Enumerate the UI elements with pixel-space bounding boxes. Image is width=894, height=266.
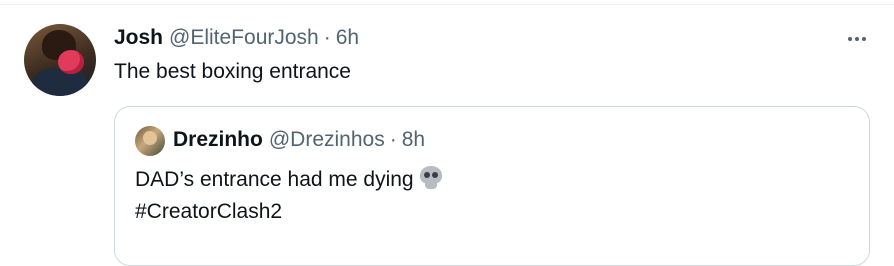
skull-emoji-icon [419, 166, 442, 190]
tweet[interactable]: Josh @EliteFourJosh · 6h The best boxing… [0, 0, 894, 266]
quoted-tweet-timestamp: 8h [401, 128, 426, 151]
more-dot [848, 37, 852, 41]
tweet-header: Josh @EliteFourJosh · 6h [114, 25, 359, 51]
tweet-timestamp[interactable]: 6h [336, 26, 359, 50]
quoted-tweet-header: Drezinho @Drezinhos · 8h [173, 127, 425, 153]
more-dot [855, 37, 859, 41]
author-handle[interactable]: @EliteFourJosh [169, 26, 319, 50]
separator-dot: · [323, 26, 331, 49]
quoted-tweet-line-1: DAD’s entrance had me dying [135, 164, 442, 196]
author-avatar[interactable] [24, 24, 96, 96]
avatar-figure [32, 68, 88, 96]
quoted-tweet-text-line1: DAD’s entrance had me dying [135, 168, 414, 191]
quoted-author-handle: @Drezinhos [268, 128, 385, 151]
more-horizontal-icon[interactable] [848, 29, 866, 49]
tweet-text: The best boxing entrance [114, 60, 351, 83]
quoted-author-avatar [135, 126, 165, 156]
quoted-author-name: Drezinho [173, 128, 263, 151]
more-dot [862, 37, 866, 41]
author-name[interactable]: Josh [114, 26, 163, 50]
quoted-tweet-text: DAD’s entrance had me dying #CreatorClas… [135, 164, 442, 228]
hashtag-link[interactable]: #CreatorClash2 [135, 196, 442, 228]
quoted-separator-dot: · [389, 128, 397, 151]
quoted-tweet-card[interactable]: Drezinho @Drezinhos · 8h DAD’s entrance … [114, 106, 870, 266]
avatar-rose [58, 50, 84, 74]
